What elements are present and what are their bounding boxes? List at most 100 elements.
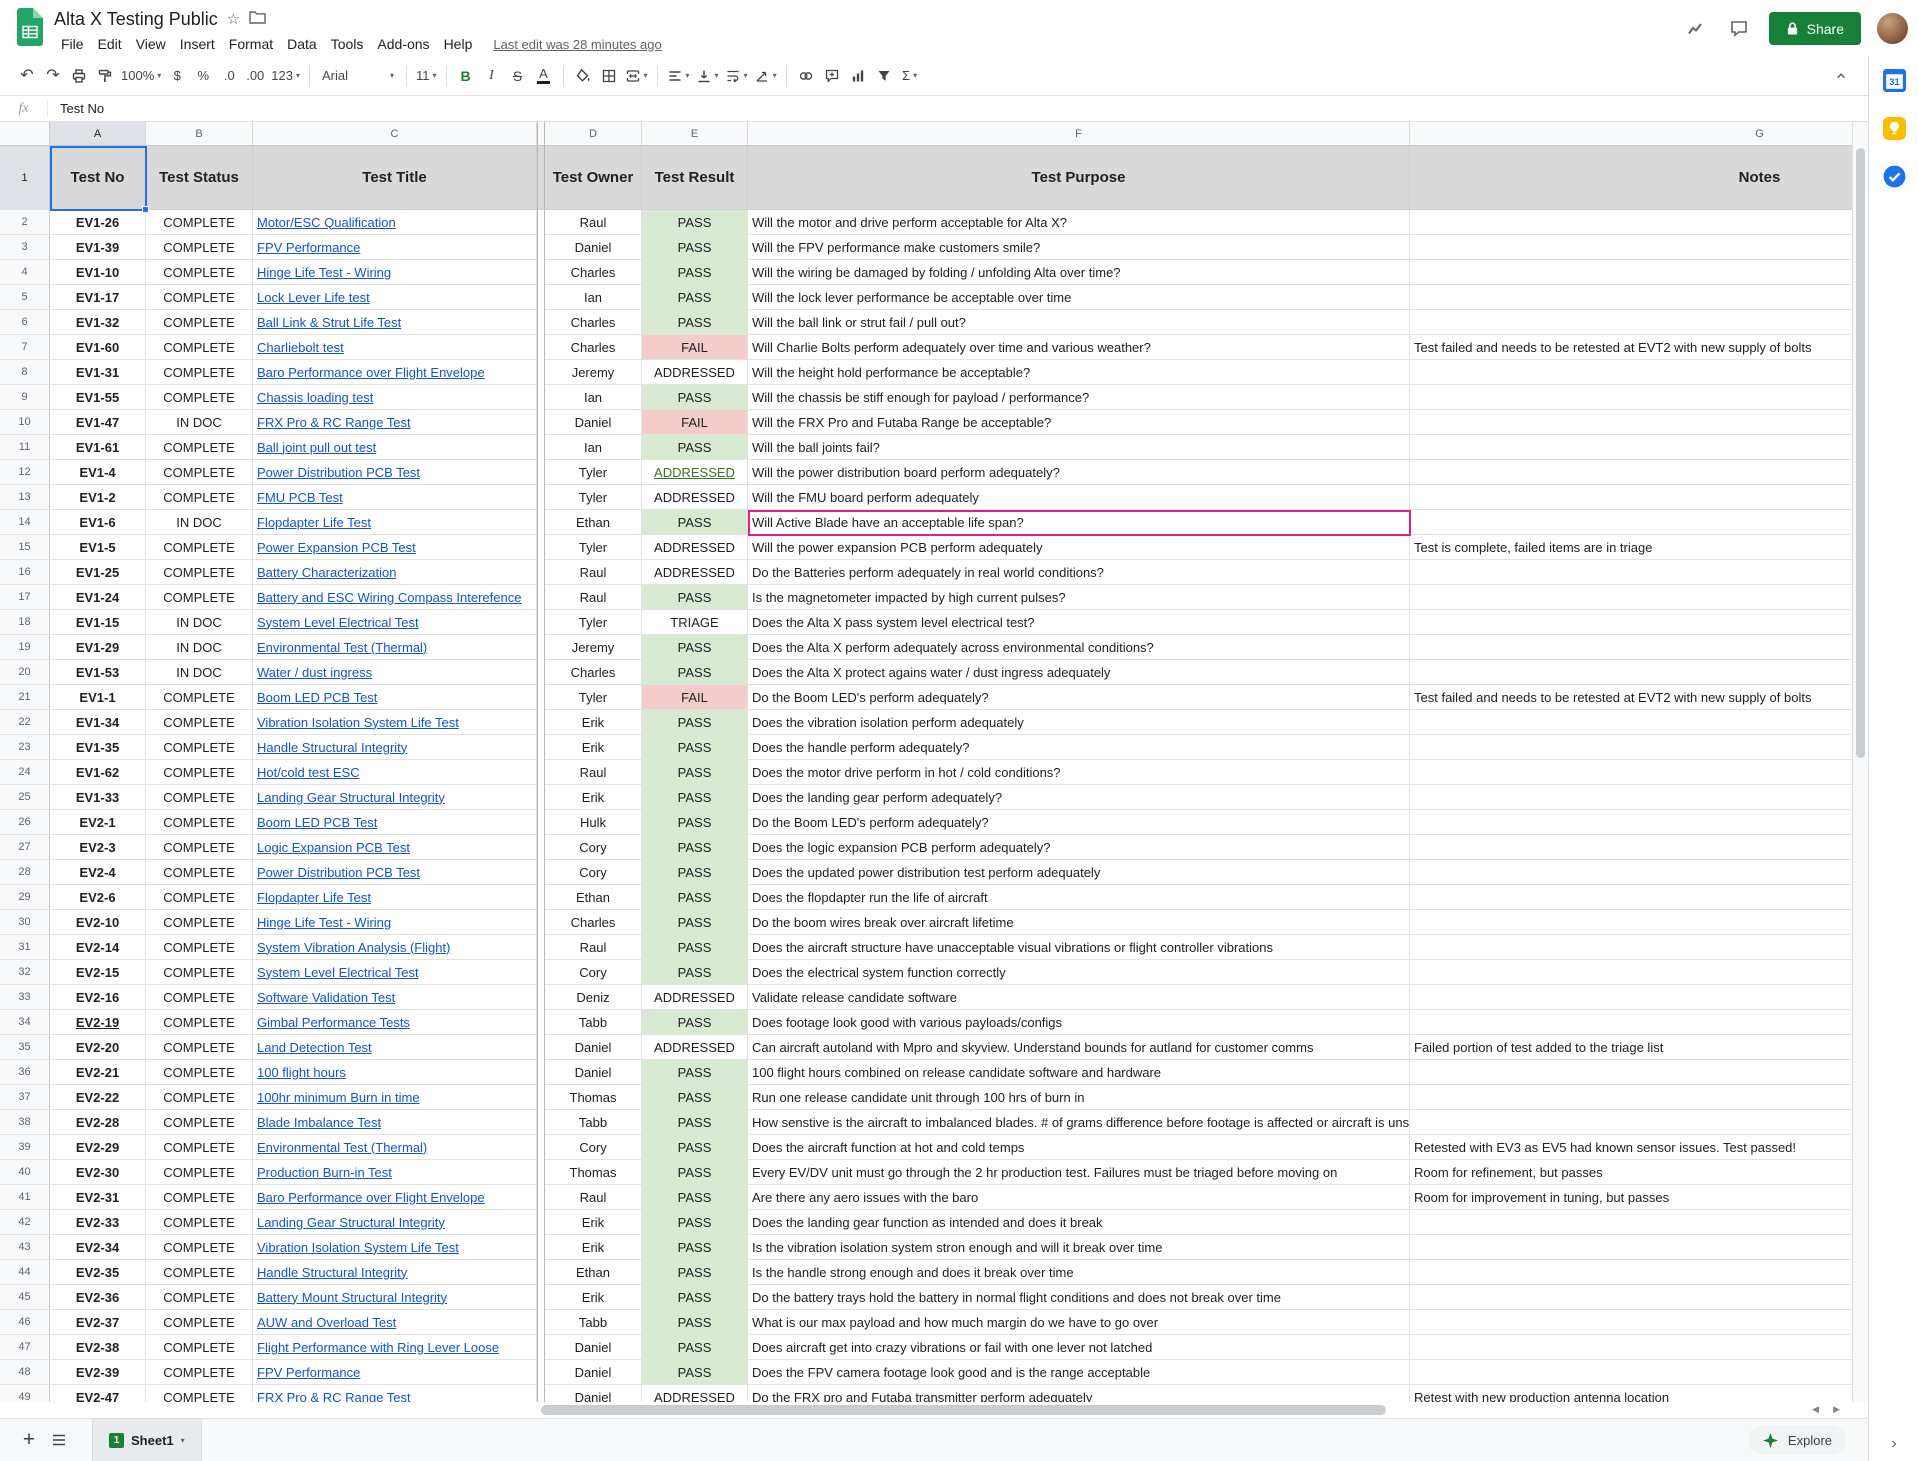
cell-F13[interactable]: Will the FMU board perform adequately: [748, 485, 1410, 510]
collapse-toolbar-button[interactable]: [1828, 63, 1854, 89]
cell-B14[interactable]: IN DOC: [146, 510, 253, 535]
cell-G2[interactable]: [1410, 210, 1852, 235]
document-title[interactable]: Alta X Testing Public: [54, 9, 218, 30]
column-header-A[interactable]: A: [50, 122, 146, 146]
cell-E12[interactable]: ADDRESSED: [642, 460, 748, 485]
cell-D30[interactable]: Charles: [545, 910, 642, 935]
row-header-26[interactable]: 26: [0, 810, 50, 835]
cell-D42[interactable]: Erik: [545, 1210, 642, 1235]
cell-A28[interactable]: EV2-4: [50, 860, 146, 885]
cell-F27[interactable]: Does the logic expansion PCB perform ade…: [748, 835, 1410, 860]
row-header-25[interactable]: 25: [0, 785, 50, 810]
cell-B24[interactable]: COMPLETE: [146, 760, 253, 785]
cell-B33[interactable]: COMPLETE: [146, 985, 253, 1010]
cell-E48[interactable]: PASS: [642, 1360, 748, 1385]
cell-F21[interactable]: Do the Boom LED's perform adequately?: [748, 685, 1410, 710]
cell-G35[interactable]: Failed portion of test added to the tria…: [1410, 1035, 1852, 1060]
cell-F9[interactable]: Will the chassis be stiff enough for pay…: [748, 385, 1410, 410]
cell-C47[interactable]: Flight Performance with Ring Lever Loose: [253, 1335, 537, 1360]
cell-A15[interactable]: EV1-5: [50, 535, 146, 560]
row-header-43[interactable]: 43: [0, 1235, 50, 1260]
cell-G23[interactable]: [1410, 735, 1852, 760]
cell-C27[interactable]: Logic Expansion PCB Test: [253, 835, 537, 860]
cell-C12[interactable]: Power Distribution PCB Test: [253, 460, 537, 485]
cell-A6[interactable]: EV1-32: [50, 310, 146, 335]
row-header-2[interactable]: 2: [0, 210, 50, 235]
cell-D16[interactable]: Raul: [545, 560, 642, 585]
cell-G34[interactable]: [1410, 1010, 1852, 1035]
tasks-button[interactable]: [1869, 152, 1918, 200]
cell-D23[interactable]: Erik: [545, 735, 642, 760]
insert-comment-button[interactable]: [819, 63, 845, 89]
cell-A7[interactable]: EV1-60: [50, 335, 146, 360]
row-header-19[interactable]: 19: [0, 635, 50, 660]
row-header-35[interactable]: 35: [0, 1035, 50, 1060]
cell-E47[interactable]: PASS: [642, 1335, 748, 1360]
cell-A39[interactable]: EV2-29: [50, 1135, 146, 1160]
cell-G15[interactable]: Test is complete, failed items are in tr…: [1410, 535, 1852, 560]
cell-G8[interactable]: [1410, 360, 1852, 385]
cell-E6[interactable]: PASS: [642, 310, 748, 335]
italic-button[interactable]: I: [479, 63, 505, 89]
cell-B4[interactable]: COMPLETE: [146, 260, 253, 285]
cell-F48[interactable]: Does the FPV camera footage look good an…: [748, 1360, 1410, 1385]
cell-D8[interactable]: Jeremy: [545, 360, 642, 385]
font-select[interactable]: Arial▾: [316, 63, 400, 89]
star-icon[interactable]: ☆: [227, 10, 240, 28]
cell-E19[interactable]: PASS: [642, 635, 748, 660]
cell-D29[interactable]: Ethan: [545, 885, 642, 910]
cell-B8[interactable]: COMPLETE: [146, 360, 253, 385]
cell-A16[interactable]: EV1-25: [50, 560, 146, 585]
cell-E17[interactable]: PASS: [642, 585, 748, 610]
cell-E13[interactable]: ADDRESSED: [642, 485, 748, 510]
cell-C8[interactable]: Baro Performance over Flight Envelope: [253, 360, 537, 385]
menu-add-ons[interactable]: Add-ons: [370, 34, 436, 54]
cell-G11[interactable]: [1410, 435, 1852, 460]
cell-G44[interactable]: [1410, 1260, 1852, 1285]
cell-C28[interactable]: Power Distribution PCB Test: [253, 860, 537, 885]
cell-D41[interactable]: Raul: [545, 1185, 642, 1210]
cell-B37[interactable]: COMPLETE: [146, 1085, 253, 1110]
formula-input[interactable]: Test No: [48, 101, 104, 116]
vertical-scrollbar[interactable]: [1852, 122, 1868, 1402]
cell-C25[interactable]: Landing Gear Structural Integrity: [253, 785, 537, 810]
cell-D40[interactable]: Thomas: [545, 1160, 642, 1185]
cell-E20[interactable]: PASS: [642, 660, 748, 685]
cell-F16[interactable]: Do the Batteries perform adequately in r…: [748, 560, 1410, 585]
cell-B35[interactable]: COMPLETE: [146, 1035, 253, 1060]
cell-B28[interactable]: COMPLETE: [146, 860, 253, 885]
row-header-42[interactable]: 42: [0, 1210, 50, 1235]
cell-A18[interactable]: EV1-15: [50, 610, 146, 635]
cell-A13[interactable]: EV1-2: [50, 485, 146, 510]
cell-G40[interactable]: Room for refinement, but passes: [1410, 1160, 1852, 1185]
vertical-scrollbar-thumb[interactable]: [1856, 148, 1865, 758]
cell-D47[interactable]: Daniel: [545, 1335, 642, 1360]
cell-D32[interactable]: Cory: [545, 960, 642, 985]
cell-B2[interactable]: COMPLETE: [146, 210, 253, 235]
row-header-30[interactable]: 30: [0, 910, 50, 935]
cell-D5[interactable]: Ian: [545, 285, 642, 310]
row-header-11[interactable]: 11: [0, 435, 50, 460]
cell-D43[interactable]: Erik: [545, 1235, 642, 1260]
cell-D11[interactable]: Ian: [545, 435, 642, 460]
row-header-12[interactable]: 12: [0, 460, 50, 485]
text-color-button[interactable]: A: [531, 63, 557, 89]
row-header-6[interactable]: 6: [0, 310, 50, 335]
cell-C22[interactable]: Vibration Isolation System Life Test: [253, 710, 537, 735]
insert-chart-button[interactable]: [845, 63, 871, 89]
cell-F22[interactable]: Does the vibration isolation perform ade…: [748, 710, 1410, 735]
cell-A27[interactable]: EV2-3: [50, 835, 146, 860]
cell-C2[interactable]: Motor/ESC Qualification: [253, 210, 537, 235]
format-percent-button[interactable]: %: [190, 63, 216, 89]
cell-D37[interactable]: Thomas: [545, 1085, 642, 1110]
row-header-40[interactable]: 40: [0, 1160, 50, 1185]
cell-E29[interactable]: PASS: [642, 885, 748, 910]
cell-A35[interactable]: EV2-20: [50, 1035, 146, 1060]
cell-D24[interactable]: Raul: [545, 760, 642, 785]
row-header-41[interactable]: 41: [0, 1185, 50, 1210]
cell-A1[interactable]: Test No: [50, 146, 146, 210]
cell-E26[interactable]: PASS: [642, 810, 748, 835]
cell-C23[interactable]: Handle Structural Integrity: [253, 735, 537, 760]
cell-E23[interactable]: PASS: [642, 735, 748, 760]
scroll-left-icon[interactable]: ◀: [1812, 1404, 1819, 1415]
